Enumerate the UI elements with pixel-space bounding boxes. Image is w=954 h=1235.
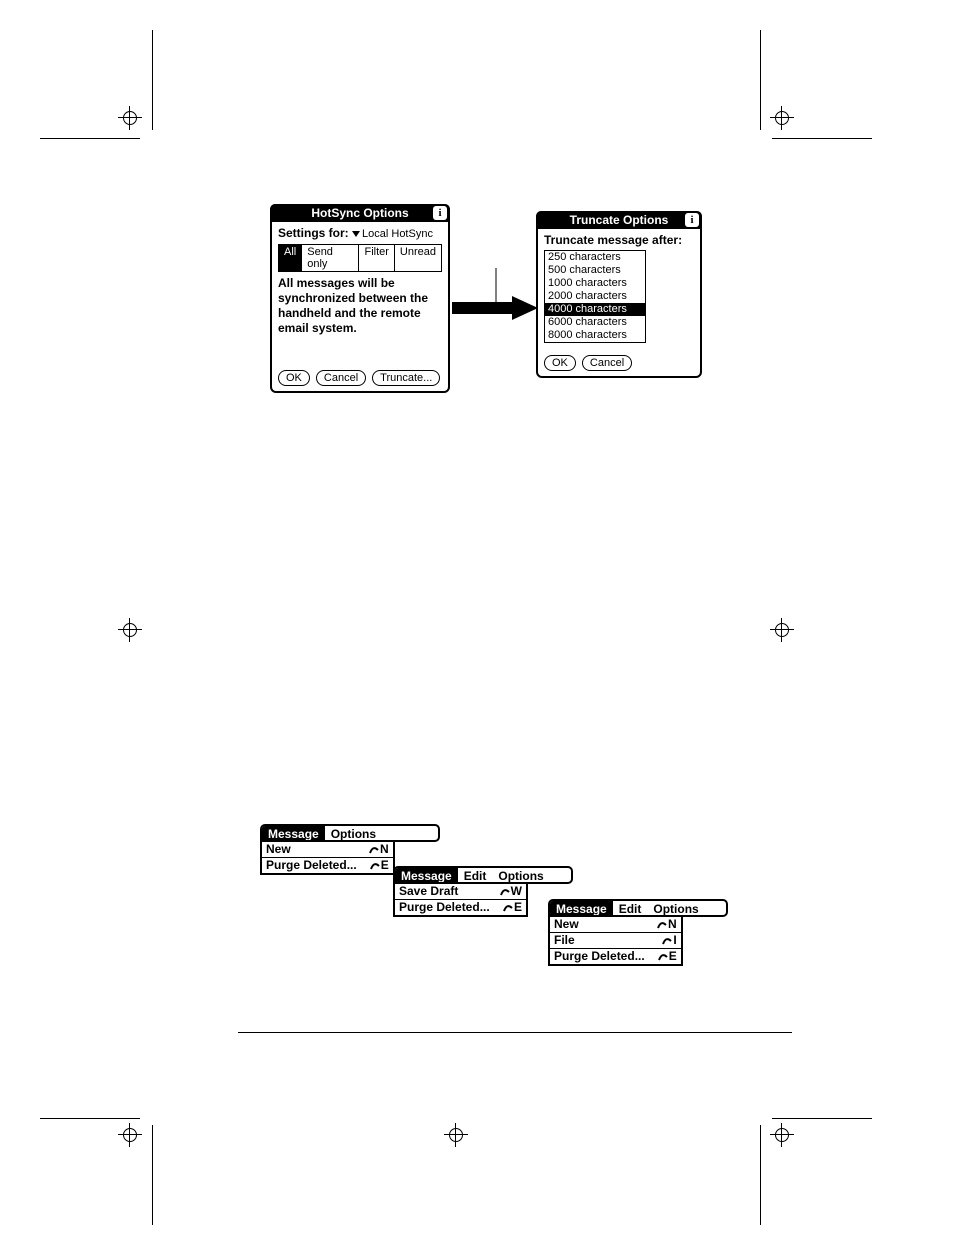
info-icon[interactable]: i <box>433 206 447 220</box>
arrow-icon <box>450 268 540 328</box>
cancel-button[interactable]: Cancel <box>316 370 366 386</box>
menu-dropdown: New N Purge Deleted... E <box>260 842 395 875</box>
dialog-title: Truncate Options <box>570 213 669 227</box>
stroke-icon <box>499 887 511 897</box>
filter-tabs: All Send only Filter Unread <box>278 244 442 272</box>
stroke-icon <box>656 920 668 930</box>
list-item[interactable]: 1000 characters <box>545 277 645 290</box>
stroke-icon <box>657 952 669 962</box>
menu-item-label: Purge Deleted... <box>399 900 490 915</box>
menu-shortcut: N <box>368 842 389 857</box>
truncate-button[interactable]: Truncate... <box>372 370 440 386</box>
menu-item-new[interactable]: New N <box>262 842 393 858</box>
menubar-item-edit[interactable]: Edit <box>613 901 648 915</box>
menu-item-label: File <box>554 933 575 948</box>
menubar-item-options[interactable]: Options <box>647 901 704 915</box>
menubar-item-message[interactable]: Message <box>550 901 613 915</box>
menu-item-new[interactable]: New N <box>550 917 681 933</box>
menu-dropdown: New N File I Purge Deleted... E <box>548 917 683 966</box>
menu-item-label: Save Draft <box>399 884 458 899</box>
stroke-icon <box>368 845 380 855</box>
list-item[interactable]: 250 characters <box>545 251 645 264</box>
list-item[interactable]: 8000 characters <box>545 329 645 342</box>
message-menu-3: Message Edit Options New N File I Purge … <box>548 899 728 966</box>
menubar: Message Edit Options <box>548 899 728 917</box>
menubar-item-edit[interactable]: Edit <box>458 868 493 882</box>
truncate-options-dialog: Truncate Options i Truncate message afte… <box>536 211 702 378</box>
dialog-title: HotSync Options <box>311 206 408 220</box>
menubar-item-options[interactable]: Options <box>492 868 549 882</box>
menu-shortcut: E <box>502 900 522 915</box>
list-item[interactable]: 4000 characters <box>545 303 645 316</box>
chevron-down-icon <box>352 231 360 237</box>
menu-item-label: New <box>266 842 291 857</box>
list-item[interactable]: 2000 characters <box>545 290 645 303</box>
menubar-item-options[interactable]: Options <box>325 826 382 840</box>
stroke-icon <box>369 861 381 871</box>
list-item[interactable]: 500 characters <box>545 264 645 277</box>
menu-shortcut: I <box>661 933 676 948</box>
info-icon[interactable]: i <box>685 213 699 227</box>
description-text: All messages will be synchronized betwee… <box>278 276 442 336</box>
stroke-icon <box>502 903 514 913</box>
stroke-icon <box>661 936 673 946</box>
menu-shortcut: E <box>369 858 389 873</box>
menu-item-purge-deleted[interactable]: Purge Deleted... E <box>395 900 526 915</box>
menubar: Message Edit Options <box>393 866 573 884</box>
ok-button[interactable]: OK <box>278 370 310 386</box>
menu-item-label: Purge Deleted... <box>554 949 645 964</box>
menu-item-label: Purge Deleted... <box>266 858 357 873</box>
tab-unread[interactable]: Unread <box>395 245 441 271</box>
tab-filter[interactable]: Filter <box>359 245 394 271</box>
dialog-titlebar: HotSync Options i <box>270 204 450 222</box>
list-item[interactable]: 6000 characters <box>545 316 645 329</box>
hotsync-options-dialog: HotSync Options i Settings for: Local Ho… <box>270 204 450 393</box>
tab-all[interactable]: All <box>279 245 302 271</box>
menubar-item-message[interactable]: Message <box>262 826 325 840</box>
menubar-item-message[interactable]: Message <box>395 868 458 882</box>
ok-button[interactable]: OK <box>544 355 576 371</box>
tab-send-only[interactable]: Send only <box>302 245 359 271</box>
truncate-listbox[interactable]: 250 characters 500 characters 1000 chara… <box>544 250 646 343</box>
settings-dropdown-value: Local HotSync <box>362 228 433 240</box>
settings-for-label: Settings for: <box>278 226 349 240</box>
dialog-titlebar: Truncate Options i <box>536 211 702 229</box>
cancel-button[interactable]: Cancel <box>582 355 632 371</box>
menu-item-file[interactable]: File I <box>550 933 681 949</box>
menu-shortcut: W <box>499 884 522 899</box>
menu-item-purge-deleted[interactable]: Purge Deleted... E <box>262 858 393 873</box>
footer-rule <box>238 1032 792 1033</box>
menu-shortcut: N <box>656 917 677 932</box>
truncate-label: Truncate message after: <box>544 233 694 247</box>
menu-shortcut: E <box>657 949 677 964</box>
message-menu-2: Message Edit Options Save Draft W Purge … <box>393 866 573 917</box>
menu-item-label: New <box>554 917 579 932</box>
settings-dropdown[interactable]: Local HotSync <box>352 226 433 240</box>
menu-item-purge-deleted[interactable]: Purge Deleted... E <box>550 949 681 964</box>
menu-dropdown: Save Draft W Purge Deleted... E <box>393 884 528 917</box>
menu-item-save-draft[interactable]: Save Draft W <box>395 884 526 900</box>
menubar: Message Options <box>260 824 440 842</box>
